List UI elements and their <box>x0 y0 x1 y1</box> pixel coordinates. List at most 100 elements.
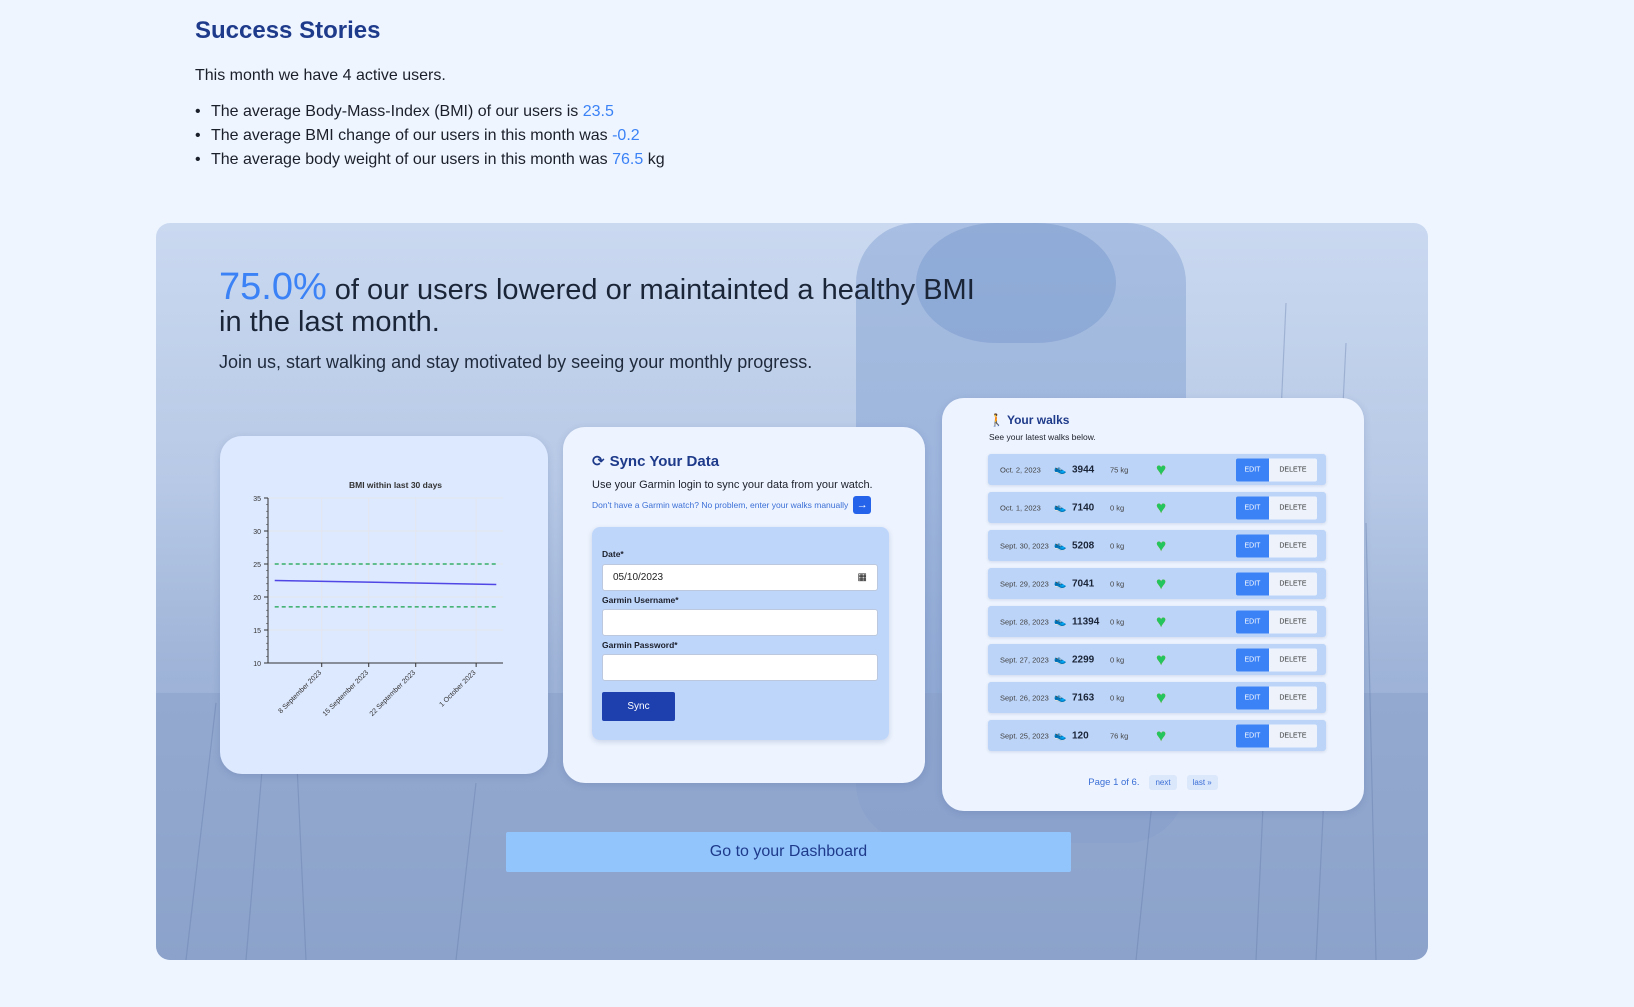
bmi-chart: BMI within last 30 days 10 15 20 25 30 35 8 Sep… <box>253 480 503 718</box>
y-tick-label: 10 <box>253 661 261 668</box>
password-label: Garmin Password* <box>602 640 678 650</box>
edit-button[interactable]: EDIT <box>1236 610 1269 633</box>
bmi-series-line <box>274 579 497 586</box>
next-page-button[interactable]: next <box>1149 775 1177 790</box>
sync-title-text: Sync Your Data <box>609 452 720 470</box>
walk-weight: 0 kg <box>1110 655 1125 664</box>
pagination: Page 1 of 6. next last » <box>942 775 1364 790</box>
heart-green-icon: ♥ <box>1156 687 1166 707</box>
stat-text: The average Body-Mass-Index (BMI) of our… <box>211 103 583 120</box>
success-stories-section: Success Stories This month we have 4 act… <box>195 16 1095 172</box>
walk-weight: 0 kg <box>1110 579 1125 588</box>
walks-card: 🚶 Your walks See your latest walks below… <box>942 398 1364 811</box>
manual-entry-link[interactable]: Don't have a Garmin watch? No problem, e… <box>592 496 872 514</box>
sync-form: Date* 05/10/2023 ▦ Garmin Username* Garm… <box>592 527 889 740</box>
walk-weight: 0 kg <box>1110 617 1125 626</box>
username-label: Garmin Username* <box>602 595 679 605</box>
page-info: Page 1 of 6. <box>1088 777 1140 788</box>
shoe-icon: 👟 <box>1054 578 1067 589</box>
walk-row: Sept. 27, 2023 👟 2299 0 kg ♥ ♥ ♥ EDIT DELETE <box>988 644 1326 675</box>
delete-button[interactable]: DELETE <box>1269 686 1317 709</box>
walk-date: Sept. 28, 2023 <box>1000 617 1049 626</box>
edit-button[interactable]: EDIT <box>1236 534 1269 557</box>
y-tick-label: 35 <box>253 496 261 503</box>
walk-date: Oct. 2, 2023 <box>1000 465 1041 474</box>
walk-steps: 3944 <box>1072 464 1095 475</box>
walks-heading: 🚶 Your walks <box>989 413 1069 427</box>
password-field[interactable] <box>602 654 878 681</box>
delete-button[interactable]: DELETE <box>1269 458 1317 481</box>
walk-steps: 5208 <box>1072 540 1095 551</box>
stat-avg-bmi: The average Body-Mass-Index (BMI) of our… <box>195 100 1095 124</box>
y-tick-label: 15 <box>253 628 261 635</box>
edit-button[interactable]: EDIT <box>1236 572 1269 595</box>
sync-button[interactable]: Sync <box>602 692 675 721</box>
walk-row: Sept. 29, 2023 👟 7041 0 kg ♥ ♥ ♥ EDIT DELETE <box>988 568 1326 599</box>
edit-button[interactable]: EDIT <box>1236 648 1269 671</box>
refresh-icon: ⟳ <box>592 453 605 470</box>
walk-row: Sept. 30, 2023 👟 5208 0 kg ♥ ♥ ♥ EDIT DELETE <box>988 530 1326 561</box>
edit-button[interactable]: EDIT <box>1236 724 1269 747</box>
shoe-icon: 👟 <box>1054 502 1067 513</box>
delete-button[interactable]: DELETE <box>1269 572 1317 595</box>
stat-value: 76.5 <box>612 151 644 168</box>
walk-date: Sept. 29, 2023 <box>1000 579 1049 588</box>
manual-entry-text[interactable]: Don't have a Garmin watch? No problem, e… <box>592 500 848 510</box>
dashboard-button[interactable]: Go to your Dashboard <box>506 832 1071 872</box>
headline-text: of our users lowered or maintainted a he… <box>219 274 975 338</box>
calendar-icon[interactable]: ▦ <box>858 572 867 583</box>
walk-row: Oct. 1, 2023 👟 7140 0 kg ♥ ♥ ♥ EDIT DELETE <box>988 492 1326 523</box>
heart-green-icon: ♥ <box>1156 535 1166 555</box>
walk-row: Sept. 28, 2023 👟 11394 0 kg ♥ ♥ ♥ EDIT DELETE <box>988 606 1326 637</box>
date-field[interactable]: 05/10/2023 ▦ <box>602 564 878 591</box>
walk-weight: 0 kg <box>1110 693 1125 702</box>
delete-button[interactable]: DELETE <box>1269 724 1317 747</box>
stat-value: -0.2 <box>612 127 640 144</box>
heart-green-icon: ♥ <box>1156 573 1166 593</box>
shoe-icon: 👟 <box>1054 464 1067 475</box>
walk-date: Sept. 30, 2023 <box>1000 541 1049 550</box>
shoe-icon: 👟 <box>1054 692 1067 703</box>
hero-heading: 75.0% of our users lowered or maintainte… <box>219 268 979 373</box>
edit-button[interactable]: EDIT <box>1236 496 1269 519</box>
x-tick-label: 8 September 2023 <box>277 669 323 715</box>
shoe-icon: 👟 <box>1054 654 1067 665</box>
walking-person-icon: 🚶 <box>989 413 1004 427</box>
delete-button[interactable]: DELETE <box>1269 610 1317 633</box>
last-page-button[interactable]: last » <box>1186 775 1218 790</box>
arrow-right-icon[interactable]: → <box>853 496 872 514</box>
walk-steps: 2299 <box>1072 654 1095 665</box>
walk-date: Sept. 27, 2023 <box>1000 655 1049 664</box>
walks-subtitle: See your latest walks below. <box>989 432 1096 442</box>
chart-title: BMI within last 30 days <box>349 480 442 490</box>
shoe-icon: 👟 <box>1054 616 1067 627</box>
heart-green-icon: ♥ <box>1156 725 1166 745</box>
stat-bmi-change: The average BMI change of our users in t… <box>195 124 1095 148</box>
bmi-chart-card: BMI within last 30 days 10 15 20 25 30 35 8 Sep… <box>220 436 548 774</box>
walk-weight: 0 kg <box>1110 503 1125 512</box>
walk-steps: 7163 <box>1072 692 1095 703</box>
username-field[interactable] <box>602 609 878 636</box>
walk-weight: 75 kg <box>1110 465 1129 474</box>
sync-card: ⟳ Sync Your Data Use your Garmin login t… <box>563 427 925 783</box>
x-tick-label: 1 October 2023 <box>438 669 477 708</box>
heart-green-icon: ♥ <box>1156 649 1166 669</box>
date-value[interactable]: 05/10/2023 <box>613 572 663 583</box>
stats-list: The average Body-Mass-Index (BMI) of our… <box>195 100 1095 172</box>
edit-button[interactable]: EDIT <box>1236 458 1269 481</box>
shoe-icon: 👟 <box>1054 730 1067 741</box>
date-label: Date* <box>602 549 624 559</box>
x-tick-label: 22 September 2023 <box>369 669 418 718</box>
delete-button[interactable]: DELETE <box>1269 648 1317 671</box>
y-tick-label: 30 <box>253 529 261 536</box>
delete-button[interactable]: DELETE <box>1269 534 1317 557</box>
heart-green-icon: ♥ <box>1156 497 1166 517</box>
y-tick-label: 25 <box>253 562 261 569</box>
delete-button[interactable]: DELETE <box>1269 496 1317 519</box>
walk-steps: 7140 <box>1072 502 1095 513</box>
edit-button[interactable]: EDIT <box>1236 686 1269 709</box>
walk-row: Sept. 26, 2023 👟 7163 0 kg ♥ ♥ ♥ EDIT DELETE <box>988 682 1326 713</box>
stat-suffix: kg <box>643 151 665 168</box>
stat-text: The average body weight of our users in … <box>211 151 613 168</box>
hero-banner: 75.0% of our users lowered or maintainte… <box>156 223 1428 960</box>
